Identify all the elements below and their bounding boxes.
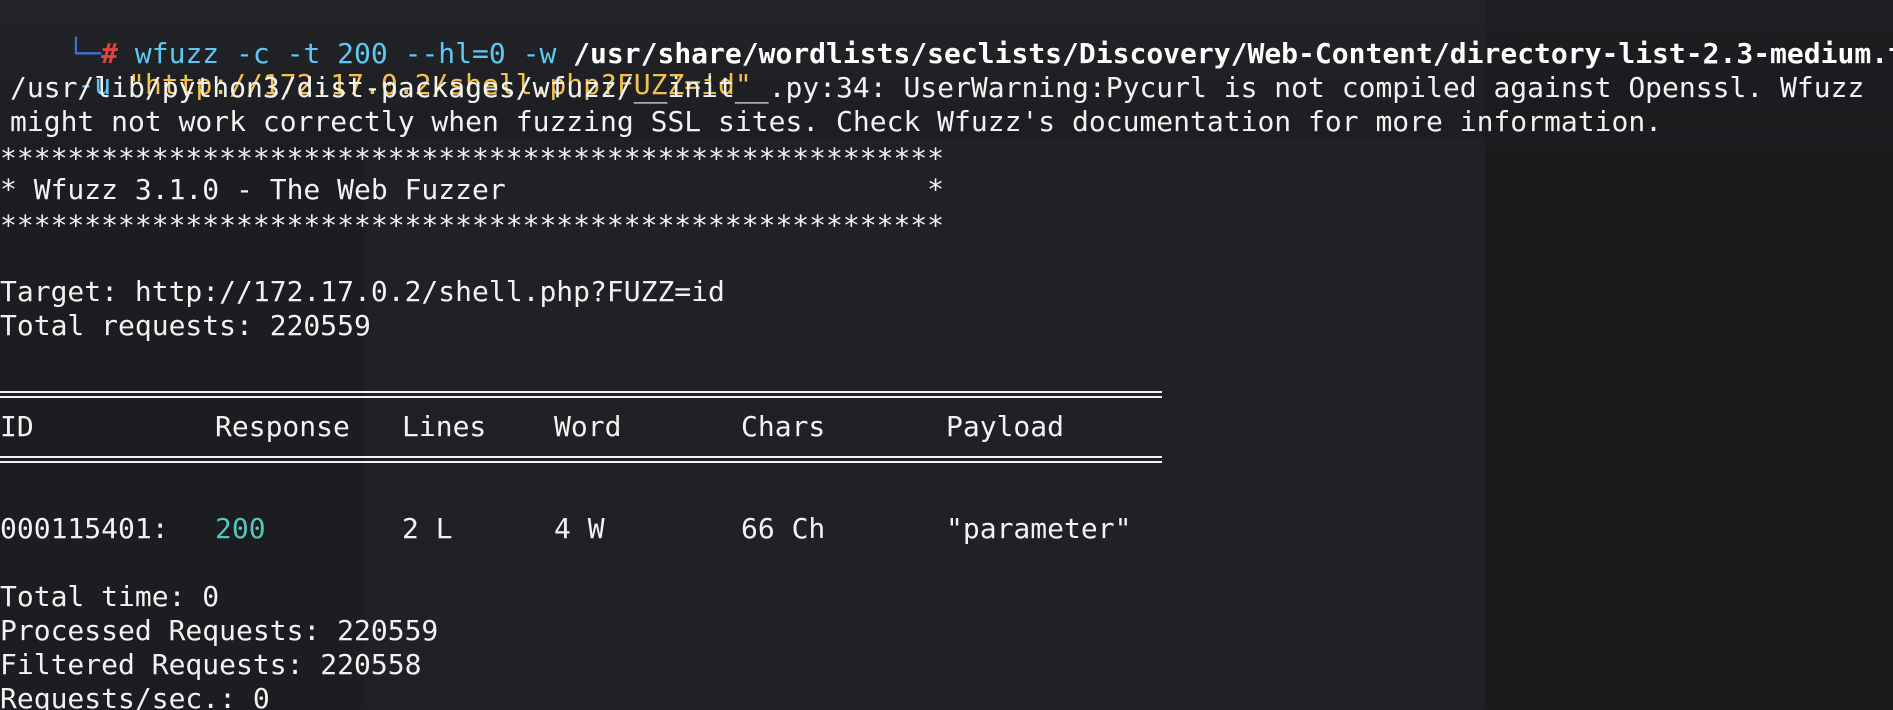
- row-chars: 66 Ch: [741, 512, 826, 545]
- processed-requests: Processed Requests: 220559: [0, 614, 439, 647]
- warning-line-1: /usr/lib/python3/dist-packages/wfuzz/__i…: [10, 71, 1865, 104]
- row-id: 000115401:: [0, 512, 169, 545]
- command-line: └─# wfuzz -c -t 200 --hl=0 -w /usr/share…: [0, 3, 1893, 70]
- wordlist-path: /usr/share/wordlists/seclists/Discovery/…: [573, 37, 1893, 70]
- header-response: Response: [215, 410, 350, 443]
- header-payload: Payload: [946, 410, 1065, 443]
- header-word: Word: [554, 410, 622, 443]
- row-response: 200: [215, 512, 266, 545]
- filtered-requests: Filtered Requests: 220558: [0, 648, 422, 681]
- table-top-rule: [0, 391, 1162, 398]
- row-word: 4 W: [554, 512, 605, 545]
- header-id: ID: [0, 410, 34, 443]
- row-lines: 2 L: [402, 512, 453, 545]
- header-chars: Chars: [741, 410, 826, 443]
- banner-title: * Wfuzz 3.1.0 - The Web Fuzzer *: [0, 173, 945, 206]
- table-header-rule: [0, 456, 1162, 463]
- total-requests: Total requests: 220559: [0, 309, 371, 342]
- row-payload: "parameter": [946, 512, 1132, 545]
- target-line: Target: http://172.17.0.2/shell.php?FUZZ…: [0, 275, 725, 308]
- banner-stars-top: ****************************************…: [0, 142, 945, 175]
- command-line-continued: -u "http://172.17.0.2/shell.php?FUZZ=id": [10, 34, 751, 101]
- terminal-window[interactable]: └─# wfuzz -c -t 200 --hl=0 -w /usr/share…: [0, 0, 1893, 710]
- requests-per-sec: Requests/sec.: 0: [0, 682, 270, 710]
- total-time: Total time: 0: [0, 580, 220, 613]
- header-lines: Lines: [402, 410, 487, 443]
- warning-line-2: might not work correctly when fuzzing SS…: [10, 105, 1663, 138]
- banner-stars-bottom: ****************************************…: [0, 209, 945, 242]
